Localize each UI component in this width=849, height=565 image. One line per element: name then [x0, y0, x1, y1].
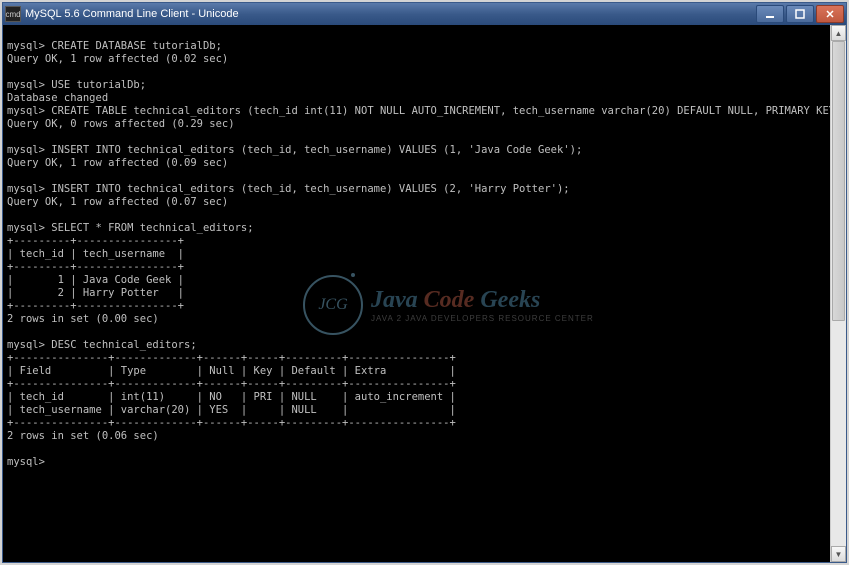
minimize-icon	[765, 9, 775, 19]
close-button[interactable]	[816, 5, 844, 23]
titlebar[interactable]: cmd MySQL 5.6 Command Line Client - Unic…	[3, 3, 846, 25]
app-window: cmd MySQL 5.6 Command Line Client - Unic…	[2, 2, 847, 563]
terminal-output[interactable]: mysql> CREATE DATABASE tutorialDb; Query…	[3, 25, 830, 562]
close-icon	[825, 9, 835, 19]
client-area: mysql> CREATE DATABASE tutorialDb; Query…	[3, 25, 846, 562]
maximize-button[interactable]	[786, 5, 814, 23]
chevron-down-icon: ▼	[835, 550, 843, 559]
window-title: MySQL 5.6 Command Line Client - Unicode	[25, 8, 754, 20]
minimize-button[interactable]	[756, 5, 784, 23]
chevron-up-icon: ▲	[835, 29, 843, 38]
scroll-up-button[interactable]: ▲	[831, 25, 846, 41]
app-icon: cmd	[5, 6, 21, 22]
vertical-scrollbar[interactable]: ▲ ▼	[830, 25, 846, 562]
scroll-down-button[interactable]: ▼	[831, 546, 846, 562]
scroll-thumb[interactable]	[832, 41, 845, 321]
maximize-icon	[795, 9, 805, 19]
scroll-track[interactable]	[831, 41, 846, 546]
